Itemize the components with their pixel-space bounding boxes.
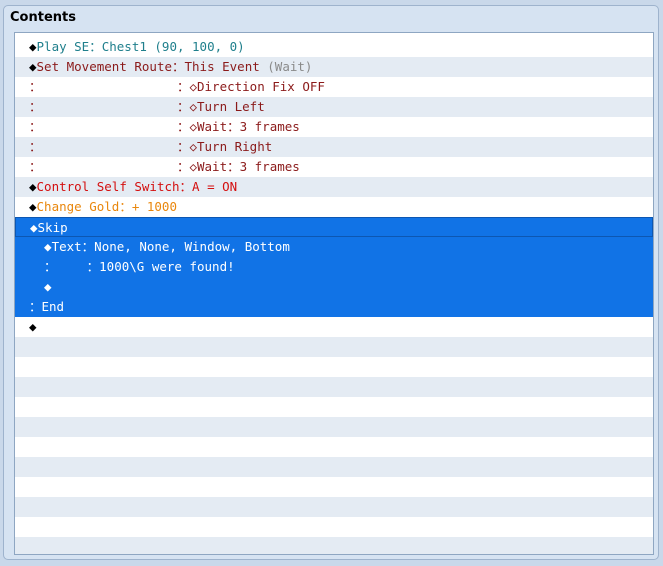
- command-text: ◆: [29, 39, 37, 54]
- command-text: ◇Turn Left: [189, 99, 265, 114]
- command-text: ◆: [29, 319, 37, 334]
- command-text: Change Gold：+ 1000: [36, 199, 177, 214]
- command-row[interactable]: ： ：◇Wait：3 frames: [15, 117, 653, 137]
- command-text: ： ：: [29, 99, 190, 114]
- empty-row[interactable]: [15, 517, 653, 537]
- empty-row[interactable]: [15, 477, 653, 497]
- command-row[interactable]: ： ：◇Turn Right: [15, 137, 653, 157]
- empty-row[interactable]: [15, 337, 653, 357]
- command-text: Play SE：Chest1 (90, 100, 0): [36, 39, 245, 54]
- empty-row[interactable]: [15, 497, 653, 517]
- empty-row[interactable]: [15, 457, 653, 477]
- command-text: ： ：1000\G were found!: [29, 259, 235, 274]
- panel-title: Contents: [10, 10, 76, 25]
- command-text: ◆: [29, 179, 37, 194]
- contents-panel: Contents ◆Play SE：Chest1 (90, 100, 0) ◆Se…: [3, 5, 659, 560]
- command-text: ◆: [29, 199, 37, 214]
- command-row[interactable]: ◆Control Self Switch：A = ON: [15, 177, 653, 197]
- command-row[interactable]: ◆: [15, 317, 653, 337]
- command-text: ◆Skip: [30, 220, 68, 235]
- empty-row[interactable]: [15, 537, 653, 554]
- command-text: ◆: [29, 59, 37, 74]
- command-row[interactable]: ： ：◇Direction Fix OFF: [15, 77, 653, 97]
- command-text: ◇Direction Fix OFF: [189, 79, 325, 94]
- command-row[interactable]: ：End: [15, 297, 653, 317]
- command-text: ◆Text：None, None, Window, Bottom: [29, 239, 290, 254]
- command-text: ◇Turn Right: [189, 139, 273, 154]
- empty-row[interactable]: [15, 377, 653, 397]
- command-row[interactable]: ◆Set Movement Route：This Event (Wait): [15, 57, 653, 77]
- command-text: ◇Wait：3 frames: [189, 119, 300, 134]
- command-row[interactable]: ： ：◇Wait：3 frames: [15, 157, 653, 177]
- command-row[interactable]: ◆Change Gold：+ 1000: [15, 197, 653, 217]
- command-row[interactable]: ◆Text：None, None, Window, Bottom: [15, 237, 653, 257]
- command-text: ◇Wait：3 frames: [189, 159, 300, 174]
- command-text: ： ：: [29, 139, 190, 154]
- event-command-list[interactable]: ◆Play SE：Chest1 (90, 100, 0) ◆Set Movemen…: [14, 32, 654, 555]
- command-text: ： ：: [29, 119, 190, 134]
- command-text: ◆: [29, 279, 52, 294]
- command-text: ： ：: [29, 159, 190, 174]
- empty-row[interactable]: [15, 437, 653, 457]
- command-row[interactable]: ◆: [15, 277, 653, 297]
- command-row[interactable]: ： ：1000\G were found!: [15, 257, 653, 277]
- command-text: ：End: [29, 299, 65, 314]
- command-row[interactable]: ◆Skip: [15, 217, 653, 237]
- command-text: Set Movement Route：This Event: [36, 59, 268, 74]
- command-text: ： ：: [29, 79, 190, 94]
- command-text: (Wait): [267, 59, 313, 74]
- command-row[interactable]: ◆Play SE：Chest1 (90, 100, 0): [15, 37, 653, 57]
- empty-row[interactable]: [15, 417, 653, 437]
- empty-row[interactable]: [15, 397, 653, 417]
- command-text: Control Self Switch：A = ON: [36, 179, 238, 194]
- empty-row[interactable]: [15, 357, 653, 377]
- command-row[interactable]: ： ：◇Turn Left: [15, 97, 653, 117]
